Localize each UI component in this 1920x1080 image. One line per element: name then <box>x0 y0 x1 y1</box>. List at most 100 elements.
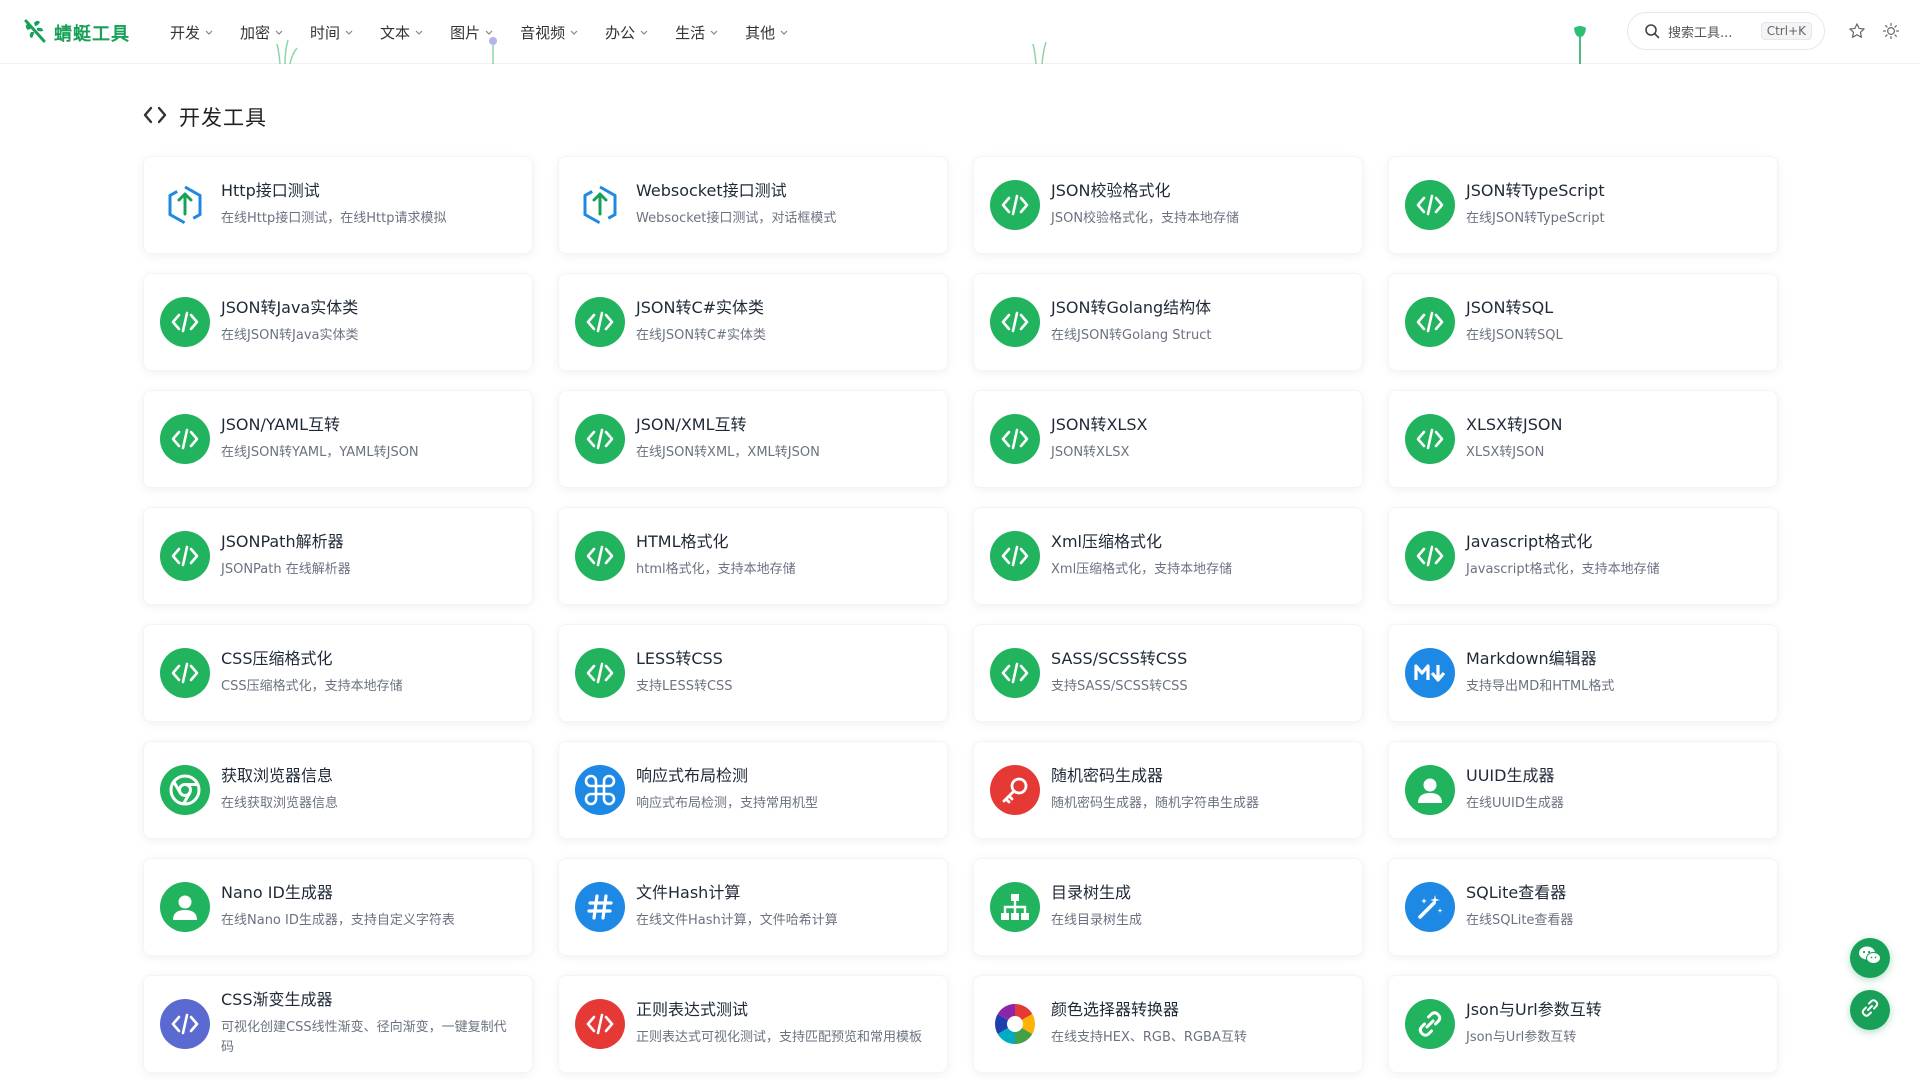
tool-card[interactable]: JSON校验格式化 JSON校验格式化，支持本地存储 <box>973 156 1363 254</box>
tool-card[interactable]: JSON转XLSX JSON转XLSX <box>973 390 1363 488</box>
tool-card-desc: 在线JSON转XML，XML转JSON <box>636 445 820 460</box>
tool-card[interactable]: 响应式布局检测 响应式布局检测，支持常用机型 <box>558 741 948 839</box>
tool-card[interactable]: SASS/SCSS转CSS 支持SASS/SCSS转CSS <box>973 624 1363 722</box>
tool-card[interactable]: CSS渐变生成器 可视化创建CSS线性渐变、径向渐变，一键复制代码 <box>143 975 533 1073</box>
logo[interactable]: 蜻蜓工具 <box>22 18 130 48</box>
tool-card-title: JSONPath解析器 <box>221 532 344 551</box>
code-icon <box>990 297 1040 347</box>
magic-wand-icon <box>1405 882 1455 932</box>
nav-item-other[interactable]: 其他 <box>745 22 789 43</box>
tool-card-text: JSONPath解析器 JSONPath 在线解析器 <box>221 532 365 580</box>
top-bar: 蜻蜓工具 开发 加密 时间 文本 图片 音视频 办公 生活 其他 搜索工具...… <box>0 0 1920 65</box>
link-icon <box>1860 998 1880 1022</box>
tool-card[interactable]: Xml压缩格式化 Xml压缩格式化，支持本地存储 <box>973 507 1363 605</box>
star-icon[interactable] <box>1848 22 1866 44</box>
share-link-button[interactable] <box>1850 990 1890 1030</box>
tool-card[interactable]: 正则表达式测试 正则表达式可视化测试，支持匹配预览和常用模板 <box>558 975 948 1073</box>
tool-card[interactable]: JSON转Golang结构体在线JSON转Golang Struct <box>973 273 1363 371</box>
tool-card-title: Xml压缩格式化 <box>1051 532 1162 551</box>
nav-item-media[interactable]: 音视频 <box>520 22 579 43</box>
tool-card[interactable]: HTML格式化 html格式化，支持本地存储 <box>558 507 948 605</box>
nav-item-office[interactable]: 办公 <box>605 22 649 43</box>
tool-card[interactable]: XLSX转JSON XLSX转JSON <box>1388 390 1778 488</box>
tool-card-desc: 可视化创建CSS线性渐变、径向渐变，一键复制代码 <box>221 1020 507 1055</box>
nav-item-time[interactable]: 时间 <box>310 22 354 43</box>
tool-card[interactable]: Markdown编辑器 支持导出MD和HTML格式 <box>1388 624 1778 722</box>
tool-card-desc: 在线JSON转Golang Struct <box>1051 328 1212 343</box>
tool-card[interactable]: JSON/YAML互转 在线JSON转YAML，YAML转JSON <box>143 390 533 488</box>
tool-card-title: JSON/YAML互转 <box>221 415 341 434</box>
tool-card[interactable]: 目录树生成 在线目录树生成 <box>973 858 1363 956</box>
tool-card-title: Markdown编辑器 <box>1466 649 1597 668</box>
code-icon <box>575 648 625 698</box>
code-brackets-icon <box>143 105 167 129</box>
tool-card[interactable]: UUID生成器 在线UUID生成器 <box>1388 741 1778 839</box>
tool-card-text: Markdown编辑器 支持导出MD和HTML格式 <box>1466 649 1628 697</box>
tool-card-text: XLSX转JSON XLSX转JSON <box>1466 415 1576 463</box>
tool-card-title: JSON转TypeScript <box>1466 181 1605 200</box>
tool-card-desc: 在线文件Hash计算，文件哈希计算 <box>636 913 838 928</box>
tool-card-desc: 支持SASS/SCSS转CSS <box>1051 679 1188 694</box>
nav-item-text[interactable]: 文本 <box>380 22 424 43</box>
tool-card[interactable]: 获取浏览器信息 在线获取浏览器信息 <box>143 741 533 839</box>
tool-card[interactable]: Javascript格式化 Javascript格式化，支持本地存储 <box>1388 507 1778 605</box>
tool-card-title: Json与Url参数互转 <box>1466 1000 1602 1019</box>
tool-card[interactable]: JSONPath解析器 JSONPath 在线解析器 <box>143 507 533 605</box>
tool-card[interactable]: 随机密码生成器 随机密码生成器，随机字符串生成器 <box>973 741 1363 839</box>
nav-item-label: 音视频 <box>520 23 566 42</box>
tool-card-text: LESS转CSS 支持LESS转CSS <box>636 649 747 697</box>
tool-card[interactable]: SQLite查看器 在线SQLite查看器 <box>1388 858 1778 956</box>
nav-item-dev[interactable]: 开发 <box>170 22 214 43</box>
tool-card[interactable]: 颜色选择器转换器在线支持HEX、RGB、RGBA互转 <box>973 975 1363 1073</box>
logo-text: 蜻蜓工具 <box>54 24 130 45</box>
tool-card-desc: 响应式布局检测，支持常用机型 <box>636 796 819 811</box>
tool-card-title: HTML格式化 <box>636 532 729 551</box>
code-icon <box>160 531 210 581</box>
search-icon <box>1644 23 1660 39</box>
tool-card-title: Nano ID生成器 <box>221 883 333 902</box>
tool-card-title: 目录树生成 <box>1051 883 1132 902</box>
wechat-button[interactable] <box>1850 938 1890 978</box>
section-header: 开发工具 <box>143 102 267 132</box>
tool-card[interactable]: LESS转CSS 支持LESS转CSS <box>558 624 948 722</box>
tool-card-text: JSON转TypeScript 在线JSON转TypeScript <box>1466 181 1619 229</box>
tool-card-title: JSON转Golang结构体 <box>1051 298 1212 317</box>
tool-card-desc: 在线支持HEX、RGB、RGBA互转 <box>1051 1030 1247 1045</box>
code-icon <box>1405 531 1455 581</box>
tool-card[interactable]: JSON转C#实体类 在线JSON转C#实体类 <box>558 273 948 371</box>
tool-card[interactable]: Websocket接口测试 Websocket接口测试，对话框模式 <box>558 156 948 254</box>
tool-card[interactable]: JSON转SQL 在线JSON转SQL <box>1388 273 1778 371</box>
tool-card[interactable]: JSON/XML互转在线JSON转XML，XML转JSON <box>558 390 948 488</box>
tool-card-title: 颜色选择器转换器 <box>1051 1000 1180 1019</box>
tool-card-text: HTML格式化 html格式化，支持本地存储 <box>636 532 810 580</box>
tool-card-desc: 在线JSON转C#实体类 <box>636 328 767 343</box>
color-wheel-icon <box>990 999 1040 1049</box>
nav-item-label: 图片 <box>450 23 481 42</box>
tool-card[interactable]: Nano ID生成器 在线Nano ID生成器，支持自定义字符表 <box>143 858 533 956</box>
search-box[interactable]: 搜索工具... Ctrl+K <box>1627 12 1825 50</box>
tool-card-desc: 随机密码生成器，随机字符串生成器 <box>1051 796 1260 811</box>
tool-grid: Http接口测试 在线Http接口测试，在线Http请求模拟 Websocket接口… <box>143 156 1778 1073</box>
tool-card-desc: 在线Http接口测试，在线Http请求模拟 <box>221 211 447 226</box>
nav-item-life[interactable]: 生活 <box>675 22 719 43</box>
tool-card[interactable]: Http接口测试 在线Http接口测试，在线Http请求模拟 <box>143 156 533 254</box>
nav-item-label: 开发 <box>170 23 201 42</box>
tool-card[interactable]: JSON转Java实体类 在线JSON转Java实体类 <box>143 273 533 371</box>
tool-card-text: UUID生成器 在线UUID生成器 <box>1466 766 1578 814</box>
flower-decoration-icon <box>486 36 500 68</box>
tool-card[interactable]: Json与Url参数互转 Json与Url参数互转 <box>1388 975 1778 1073</box>
tool-card-text: 随机密码生成器 随机密码生成器，随机字符串生成器 <box>1051 766 1273 814</box>
sun-icon[interactable] <box>1882 22 1900 44</box>
chevron-down-icon <box>204 23 214 41</box>
tool-card[interactable]: CSS压缩格式化 CSS压缩格式化，支持本地存储 <box>143 624 533 722</box>
tool-card-title: SQLite查看器 <box>1466 883 1567 902</box>
tool-card-title: 正则表达式测试 <box>636 1000 749 1019</box>
chevron-down-icon <box>639 23 649 41</box>
tool-card[interactable]: JSON转TypeScript 在线JSON转TypeScript <box>1388 156 1778 254</box>
chrome-icon <box>160 765 210 815</box>
tool-card-title: JSON/XML互转 <box>636 415 747 434</box>
tool-card-desc: JSON校验格式化，支持本地存储 <box>1051 211 1240 226</box>
tool-card[interactable]: 文件Hash计算 在线文件Hash计算，文件哈希计算 <box>558 858 948 956</box>
tool-card-text: SQLite查看器 在线SQLite查看器 <box>1466 883 1587 931</box>
nav-item-label: 加密 <box>240 23 271 42</box>
